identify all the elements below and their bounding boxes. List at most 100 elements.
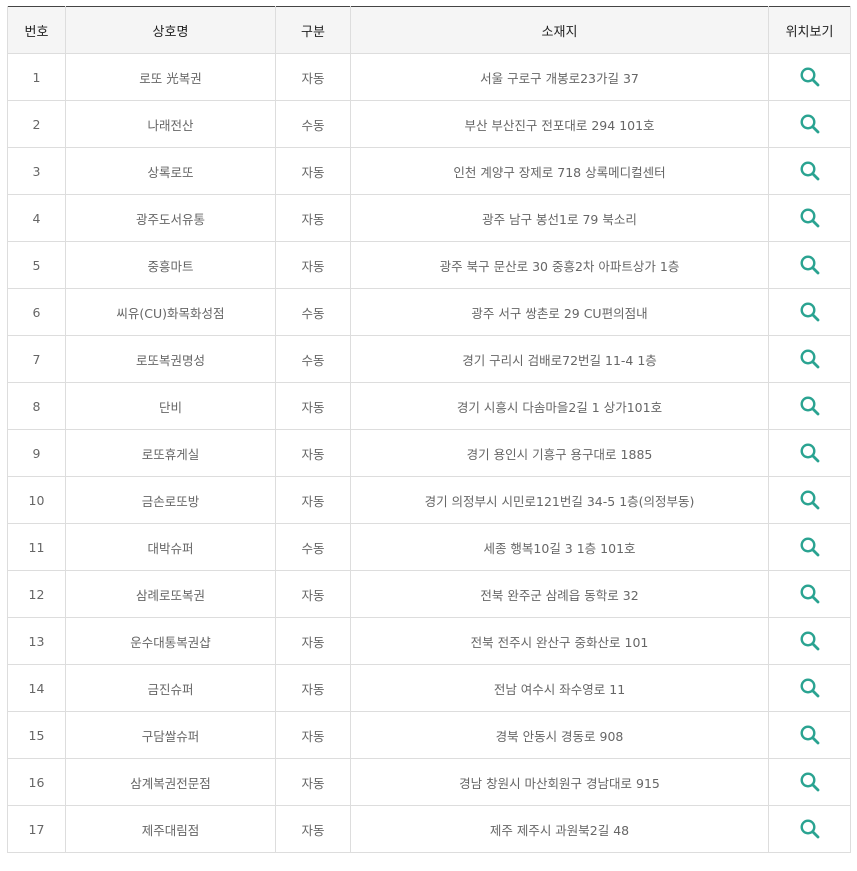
table-row: 10 금손로또방 자동 경기 의정부시 시민로121번길 34-5 1층(의정부… (7, 476, 851, 524)
row-no: 4 (7, 194, 66, 242)
row-location-cell (768, 476, 851, 524)
row-type: 자동 (275, 570, 351, 618)
table-row: 9 로또휴게실 자동 경기 용인시 기흥구 용구대로 1885 (7, 429, 851, 477)
row-store-name: 삼계복권전문점 (65, 758, 276, 806)
row-location-cell (768, 664, 851, 712)
row-type: 자동 (275, 194, 351, 242)
store-table: 번호 상호명 구분 소재지 위치보기 1 로또 光복권 자동 서울 구로구 개봉… (7, 6, 851, 853)
row-type: 수동 (275, 100, 351, 148)
row-store-name: 씨유(CU)화목화성점 (65, 288, 276, 336)
row-address: 제주 제주시 과원북2길 48 (350, 805, 769, 853)
row-store-name: 나래전산 (65, 100, 276, 148)
row-no: 7 (7, 335, 66, 383)
search-icon[interactable] (799, 442, 821, 464)
search-icon[interactable] (799, 583, 821, 605)
table-row: 6 씨유(CU)화목화성점 수동 광주 서구 쌍촌로 29 CU편의점내 (7, 288, 851, 336)
row-location-cell (768, 288, 851, 336)
row-location-cell (768, 194, 851, 242)
row-type: 자동 (275, 429, 351, 477)
row-location-cell (768, 147, 851, 195)
row-address: 광주 남구 봉선1로 79 북소리 (350, 194, 769, 242)
table-row: 1 로또 光복권 자동 서울 구로구 개봉로23가길 37 (7, 53, 851, 101)
row-no: 5 (7, 241, 66, 289)
search-icon[interactable] (799, 771, 821, 793)
row-type: 자동 (275, 53, 351, 101)
row-location-cell (768, 241, 851, 289)
header-name: 상호명 (65, 6, 276, 54)
row-no: 3 (7, 147, 66, 195)
row-type: 자동 (275, 617, 351, 665)
row-type: 자동 (275, 382, 351, 430)
row-address: 전남 여수시 좌수영로 11 (350, 664, 769, 712)
table-row: 2 나래전산 수동 부산 부산진구 전포대로 294 101호 (7, 100, 851, 148)
row-no: 6 (7, 288, 66, 336)
row-address: 경기 용인시 기흥구 용구대로 1885 (350, 429, 769, 477)
row-store-name: 단비 (65, 382, 276, 430)
search-icon[interactable] (799, 677, 821, 699)
table-row: 3 상록로또 자동 인천 계양구 장제로 718 상록메디컬센터 (7, 147, 851, 195)
search-icon[interactable] (799, 66, 821, 88)
row-store-name: 상록로또 (65, 147, 276, 195)
row-type: 자동 (275, 476, 351, 524)
row-address: 인천 계양구 장제로 718 상록메디컬센터 (350, 147, 769, 195)
row-no: 9 (7, 429, 66, 477)
table-row: 17 제주대림점 자동 제주 제주시 과원북2길 48 (7, 805, 851, 853)
row-address: 경기 구리시 검배로72번길 11-4 1층 (350, 335, 769, 383)
header-row: 번호 상호명 구분 소재지 위치보기 (7, 6, 851, 54)
header-type: 구분 (275, 6, 351, 54)
row-location-cell (768, 382, 851, 430)
search-icon[interactable] (799, 207, 821, 229)
header-address: 소재지 (350, 6, 769, 54)
store-list-container: 번호 상호명 구분 소재지 위치보기 1 로또 光복권 자동 서울 구로구 개봉… (7, 6, 851, 853)
search-icon[interactable] (799, 536, 821, 558)
row-store-name: 운수대통복권샵 (65, 617, 276, 665)
row-store-name: 금손로또방 (65, 476, 276, 524)
row-type: 자동 (275, 711, 351, 759)
search-icon[interactable] (799, 348, 821, 370)
row-store-name: 대박슈퍼 (65, 523, 276, 571)
search-icon[interactable] (799, 724, 821, 746)
row-location-cell (768, 429, 851, 477)
row-location-cell (768, 711, 851, 759)
search-icon[interactable] (799, 630, 821, 652)
table-row: 15 구담쌀슈퍼 자동 경북 안동시 경동로 908 (7, 711, 851, 759)
row-location-cell (768, 570, 851, 618)
row-address: 서울 구로구 개봉로23가길 37 (350, 53, 769, 101)
table-row: 5 중흥마트 자동 광주 북구 문산로 30 중흥2차 아파트상가 1층 (7, 241, 851, 289)
table-row: 7 로또복권명성 수동 경기 구리시 검배로72번길 11-4 1층 (7, 335, 851, 383)
row-address: 경북 안동시 경동로 908 (350, 711, 769, 759)
row-no: 14 (7, 664, 66, 712)
row-type: 자동 (275, 805, 351, 853)
table-row: 8 단비 자동 경기 시흥시 다솜마을2길 1 상가101호 (7, 382, 851, 430)
row-location-cell (768, 53, 851, 101)
row-location-cell (768, 335, 851, 383)
search-icon[interactable] (799, 489, 821, 511)
row-no: 15 (7, 711, 66, 759)
row-address: 세종 행복10길 3 1층 101호 (350, 523, 769, 571)
search-icon[interactable] (799, 254, 821, 276)
search-icon[interactable] (799, 301, 821, 323)
search-icon[interactable] (799, 160, 821, 182)
row-type: 수동 (275, 335, 351, 383)
table-row: 14 금진슈퍼 자동 전남 여수시 좌수영로 11 (7, 664, 851, 712)
table-header: 번호 상호명 구분 소재지 위치보기 (7, 6, 851, 54)
row-no: 2 (7, 100, 66, 148)
table-row: 16 삼계복권전문점 자동 경남 창원시 마산회원구 경남대로 915 (7, 758, 851, 806)
search-icon[interactable] (799, 113, 821, 135)
header-no: 번호 (7, 6, 66, 54)
row-store-name: 삼례로또복권 (65, 570, 276, 618)
row-type: 수동 (275, 523, 351, 571)
row-store-name: 로또복권명성 (65, 335, 276, 383)
row-address: 전북 완주군 삼례읍 동학로 32 (350, 570, 769, 618)
table-row: 13 운수대통복권샵 자동 전북 전주시 완산구 중화산로 101 (7, 617, 851, 665)
row-type: 자동 (275, 147, 351, 195)
row-location-cell (768, 758, 851, 806)
row-no: 1 (7, 53, 66, 101)
row-no: 13 (7, 617, 66, 665)
search-icon[interactable] (799, 395, 821, 417)
row-type: 수동 (275, 288, 351, 336)
row-address: 전북 전주시 완산구 중화산로 101 (350, 617, 769, 665)
search-icon[interactable] (799, 818, 821, 840)
row-store-name: 금진슈퍼 (65, 664, 276, 712)
row-location-cell (768, 805, 851, 853)
